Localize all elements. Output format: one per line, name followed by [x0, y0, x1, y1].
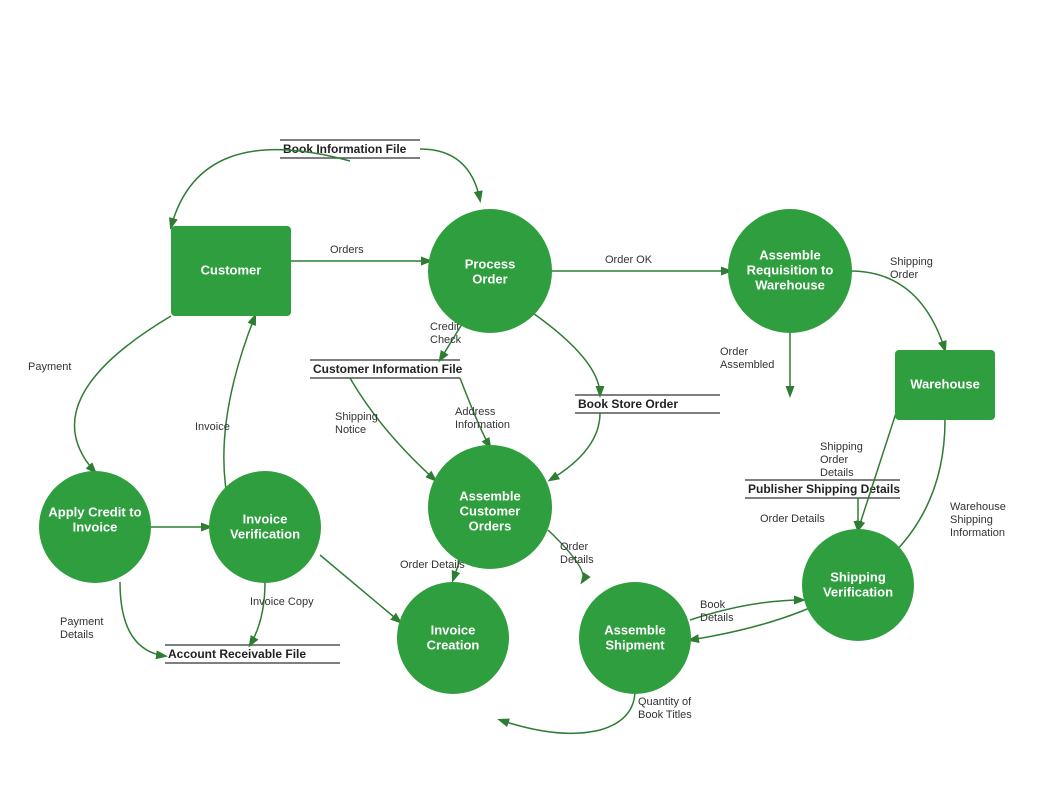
- shipping-order-label: Shipping: [890, 256, 933, 268]
- assemble-customer-label: Assemble: [459, 488, 520, 503]
- top-arc-flow: [171, 150, 350, 227]
- shipping-notice-label2: Notice: [335, 424, 366, 436]
- book-info-label: Book Information File: [283, 142, 407, 156]
- invoice-creation-label: Invoice: [431, 622, 476, 637]
- process-to-bso-flow: [530, 311, 600, 395]
- invoice-copy-label: Invoice Copy: [250, 596, 314, 608]
- payment-details-label: Payment: [60, 616, 103, 628]
- invoice-verification-label2: Verification: [230, 526, 300, 541]
- invoice-creation-label2: Creation: [427, 637, 480, 652]
- credit-check-label2: Check: [430, 334, 462, 346]
- apply-to-account-flow: [120, 582, 165, 656]
- inv-ver-to-inv-creation-flow: [320, 555, 400, 622]
- warehouse-to-shipping-ver-flow: [858, 410, 897, 530]
- quantity-label2: Book Titles: [638, 709, 692, 721]
- assemble-shipment-label: Assemble: [604, 622, 665, 637]
- assemble-requisition-label2: Requisition to: [747, 262, 834, 277]
- shipment-quantity-flow: [500, 690, 635, 733]
- assemble-customer-label2: Customer: [460, 503, 521, 518]
- invoice-verification-label: Invoice: [243, 511, 288, 526]
- warehouse-label: Warehouse: [910, 376, 980, 391]
- invoice-label: Invoice: [195, 421, 230, 433]
- shipping-order-details-label2: Order: [820, 454, 848, 466]
- shipping-verification-label: Shipping: [830, 569, 886, 584]
- requisition-to-warehouse-flow: [850, 271, 945, 350]
- order-details-1-label: Order Details: [400, 559, 465, 571]
- quantity-label: Quantity of: [638, 696, 692, 708]
- assemble-customer-label3: Orders: [469, 518, 512, 533]
- credit-check-label: Credit: [430, 321, 459, 333]
- order-assembled-label2: Assembled: [720, 359, 774, 371]
- shipping-order-label2: Order: [890, 269, 918, 281]
- payment-details-label2: Details: [60, 629, 94, 641]
- shipping-verification-label2: Verification: [823, 584, 893, 599]
- publisher-shipping-label: Publisher Shipping Details: [748, 482, 900, 496]
- apply-credit-label2: Invoice: [73, 519, 118, 534]
- pub-order-details-label: Order Details: [760, 513, 825, 525]
- book-store-order-label: Book Store Order: [578, 397, 678, 411]
- assemble-shipment-label2: Shipment: [605, 637, 665, 652]
- shipping-order-details-label3: Details: [820, 467, 854, 479]
- payment-label: Payment: [28, 361, 71, 373]
- orders-label: Orders: [330, 244, 364, 256]
- customer-label: Customer: [201, 262, 262, 277]
- warehouse-shipping-label: Warehouse: [950, 501, 1006, 513]
- customer-to-apply-flow: [74, 316, 171, 472]
- account-receivable-label: Account Receivable File: [168, 647, 306, 661]
- order-ok-label: Order OK: [605, 254, 653, 266]
- process-order-label: Process: [465, 256, 516, 271]
- customer-info-label: Customer Information File: [313, 362, 463, 376]
- shipping-order-details-label: Shipping: [820, 441, 863, 453]
- warehouse-shipping-label3: Information: [950, 527, 1005, 539]
- shipping-notice-label: Shipping: [335, 411, 378, 423]
- order-assembled-label: Order: [720, 346, 748, 358]
- order-details-2-label2: Details: [560, 554, 594, 566]
- book-details-label2: Details: [700, 612, 734, 624]
- book-to-process-flow: [420, 149, 480, 200]
- address-info-label2: Information: [455, 419, 510, 431]
- assemble-requisition-label3: Warehouse: [755, 277, 825, 292]
- apply-credit-label: Apply Credit to: [48, 504, 141, 519]
- diagram: Book Information File Customer Informati…: [0, 0, 1056, 794]
- inv-ver-to-account-flow: [250, 582, 265, 645]
- warehouse-shipping-label2: Shipping: [950, 514, 993, 526]
- bso-to-assemble-flow: [550, 413, 600, 480]
- order-details-2-label: Order: [560, 541, 588, 553]
- book-details-label: Book: [700, 599, 726, 611]
- assemble-requisition-label: Assemble: [759, 247, 820, 262]
- address-info-label: Address: [455, 406, 496, 418]
- process-order-label2: Order: [472, 271, 507, 286]
